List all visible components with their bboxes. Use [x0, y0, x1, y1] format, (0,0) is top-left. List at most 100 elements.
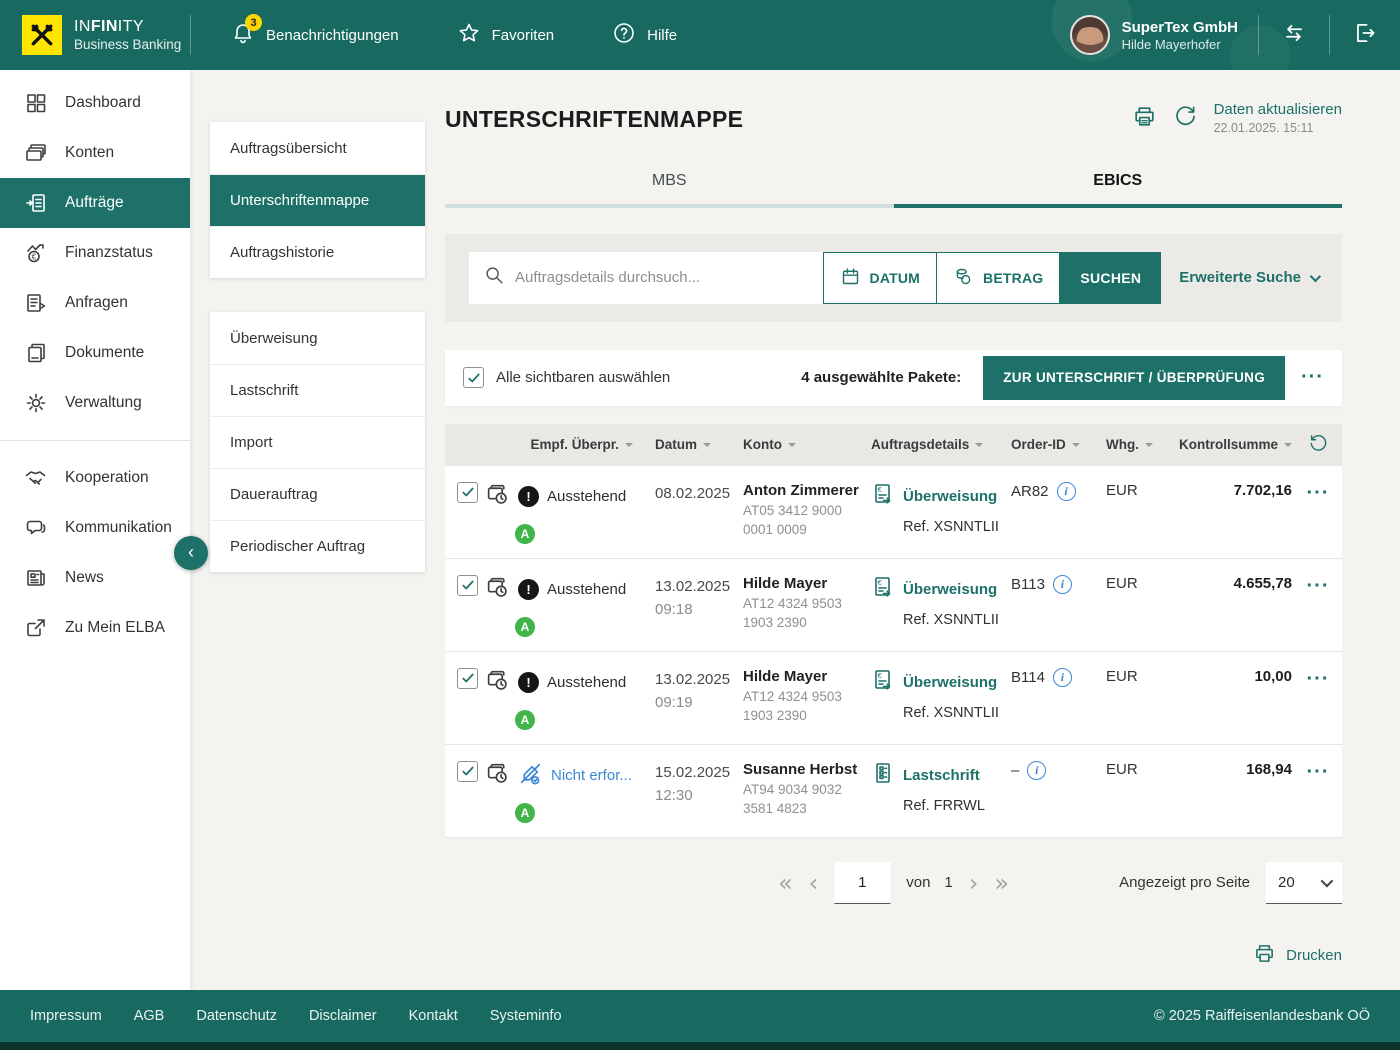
table-row[interactable]: Ausstehend A 08.02.2025 Anton ZimmererAT… [445, 466, 1342, 559]
sort-icon[interactable] [975, 443, 983, 451]
nav-help[interactable]: Hilfe [612, 21, 677, 49]
row-checkbox[interactable] [457, 761, 478, 782]
row-checkbox[interactable] [457, 668, 478, 689]
sidebar-item-anfragen[interactable]: Anfragen [0, 278, 190, 328]
order-id: B114 [1011, 669, 1045, 686]
submenu-item-dauerauftrag[interactable]: Dauerauftrag [210, 468, 425, 520]
footer-link-disclaimer[interactable]: Disclaimer [309, 1008, 377, 1024]
print-link[interactable]: Drucken [445, 942, 1342, 969]
order-type-link[interactable]: Lastschrift [903, 767, 980, 784]
tab-mbs[interactable]: MBS [445, 160, 894, 208]
column-kontrollsumme[interactable]: Kontrollsumme [1179, 437, 1278, 452]
nav-notifications[interactable]: 3 Benachrichtigungen [231, 21, 399, 49]
column-konto[interactable]: Konto [743, 437, 782, 452]
order-type-link[interactable]: Überweisung [903, 488, 997, 505]
raiffeisen-logo-icon [22, 15, 62, 55]
next-page-icon[interactable] [969, 871, 979, 895]
brand[interactable]: INFINITY Business Banking [0, 15, 190, 55]
per-page-select[interactable]: 20 [1266, 862, 1342, 904]
sidebar-item-kooperation[interactable]: Kooperation [0, 453, 190, 503]
submenu-item-periodischer-auftrag[interactable]: Periodischer Auftrag [210, 520, 425, 572]
submenu-item-unterschriftenmappe[interactable]: Unterschriftenmappe [210, 174, 425, 226]
row-actions-menu[interactable] [1307, 668, 1330, 690]
account-iban: AT94 9034 9032 3581 4823 [743, 781, 859, 819]
row-checkbox[interactable] [457, 575, 478, 596]
sort-icon[interactable] [788, 443, 796, 451]
column-auftragsdetails[interactable]: Auftragsdetails [871, 437, 969, 452]
sidebar-item-auftraege[interactable]: Aufträge [0, 178, 190, 228]
submenu-item-ueberweisung[interactable]: Überweisung [210, 312, 425, 364]
advanced-search-link[interactable]: Erweiterte Suche [1179, 269, 1318, 286]
submenu-item-auftragsuebersicht[interactable]: Auftragsübersicht [210, 122, 425, 174]
search-button[interactable]: SUCHEN [1060, 252, 1161, 304]
account-name: Hilde Mayer [743, 668, 871, 685]
footer-link-agb[interactable]: AGB [134, 1008, 165, 1024]
sort-icon[interactable] [1072, 443, 1080, 451]
sidebar-collapse-button[interactable] [174, 536, 208, 570]
table-row[interactable]: Ausstehend A 13.02.202509:19 Hilde Mayer… [445, 652, 1342, 745]
finance-status-icon: € [24, 241, 48, 265]
footer-link-kontakt[interactable]: Kontakt [409, 1008, 458, 1024]
column-datum[interactable]: Datum [655, 437, 697, 452]
sign-review-button[interactable]: ZUR UNTERSCHRIFT / ÜBERPRÜFUNG [983, 356, 1285, 400]
row-actions-menu[interactable] [1307, 575, 1330, 597]
info-icon[interactable] [1053, 668, 1072, 687]
submenu-group-signature: Auftragsübersicht Unterschriftenmappe Au… [210, 122, 425, 278]
sidebar-item-dashboard[interactable]: Dashboard [0, 78, 190, 128]
last-page-icon[interactable] [994, 871, 1009, 895]
printer-icon[interactable] [1132, 100, 1157, 129]
sidebar-item-konten[interactable]: Konten [0, 128, 190, 178]
order-type-link[interactable]: Überweisung [903, 674, 997, 691]
table-refresh-icon[interactable] [1308, 433, 1329, 457]
sidebar-item-finanzstatus[interactable]: € Finanzstatus [0, 228, 190, 278]
sidebar-item-dokumente[interactable]: Dokumente [0, 328, 190, 378]
submenu-item-auftragshistorie[interactable]: Auftragshistorie [210, 226, 425, 278]
status-label: Nicht erfor... [551, 767, 632, 784]
page-number-input[interactable] [834, 862, 890, 904]
tab-ebics[interactable]: EBICS [894, 160, 1343, 208]
select-all-checkbox[interactable] [463, 367, 484, 388]
sort-icon[interactable] [1145, 443, 1153, 451]
info-icon[interactable] [1053, 575, 1072, 594]
order-reference: Ref. FRRWL [903, 798, 1011, 814]
sidebar-item-kommunikation[interactable]: Kommunikation [0, 503, 190, 553]
footer-link-impressum[interactable]: Impressum [30, 1008, 102, 1024]
table-row[interactable]: Nicht erfor... A 15.02.202512:30 Susanne… [445, 745, 1342, 838]
refresh-icon[interactable] [1173, 100, 1198, 129]
row-checkbox[interactable] [457, 482, 478, 503]
table-row[interactable]: Ausstehend A 13.02.202509:18 Hilde Mayer… [445, 559, 1342, 652]
footer-link-systeminfo[interactable]: Systeminfo [490, 1008, 562, 1024]
submenu-item-lastschrift[interactable]: Lastschrift [210, 364, 425, 416]
header-divider [190, 15, 191, 55]
order-type-link[interactable]: Überweisung [903, 581, 997, 598]
submenu-item-import[interactable]: Import [210, 416, 425, 468]
footer-link-datenschutz[interactable]: Datenschutz [196, 1008, 277, 1024]
sort-icon[interactable] [625, 443, 633, 451]
sort-icon[interactable] [1284, 443, 1292, 451]
first-page-icon[interactable] [778, 871, 793, 895]
column-empf-ueberpr[interactable]: Empf. Überpr. [530, 437, 619, 452]
info-icon[interactable] [1027, 761, 1046, 780]
logout-button[interactable] [1330, 20, 1400, 51]
row-actions-menu[interactable] [1307, 761, 1330, 783]
nav-favorites[interactable]: Favoriten [457, 21, 555, 49]
refresh-data-link[interactable]: Daten aktualisieren [1214, 100, 1342, 120]
amount-filter-button[interactable]: BETRAG [936, 252, 1060, 304]
recipient-check-pending-icon [485, 668, 510, 698]
sidebar-item-verwaltung[interactable]: Verwaltung [0, 378, 190, 428]
column-order-id[interactable]: Order-ID [1011, 437, 1066, 452]
search-input[interactable] [515, 269, 809, 286]
info-icon[interactable] [1057, 482, 1076, 501]
switch-account-icon [1281, 20, 1307, 51]
row-actions-menu[interactable] [1307, 482, 1330, 504]
sort-icon[interactable] [703, 443, 711, 451]
sidebar-item-news[interactable]: News [0, 553, 190, 603]
sidebar-item-zu-mein-elba[interactable]: Zu Mein ELBA [0, 603, 190, 653]
switch-account-button[interactable] [1259, 20, 1329, 51]
more-actions-button[interactable] [1301, 366, 1324, 389]
date-filter-button[interactable]: DATUM [823, 252, 938, 304]
column-whg[interactable]: Whg. [1106, 437, 1139, 452]
user-menu[interactable]: SuperTex GmbH Hilde Mayerhofer [1070, 15, 1238, 55]
previous-page-icon[interactable] [809, 871, 819, 895]
authorization-badge: A [515, 524, 535, 544]
